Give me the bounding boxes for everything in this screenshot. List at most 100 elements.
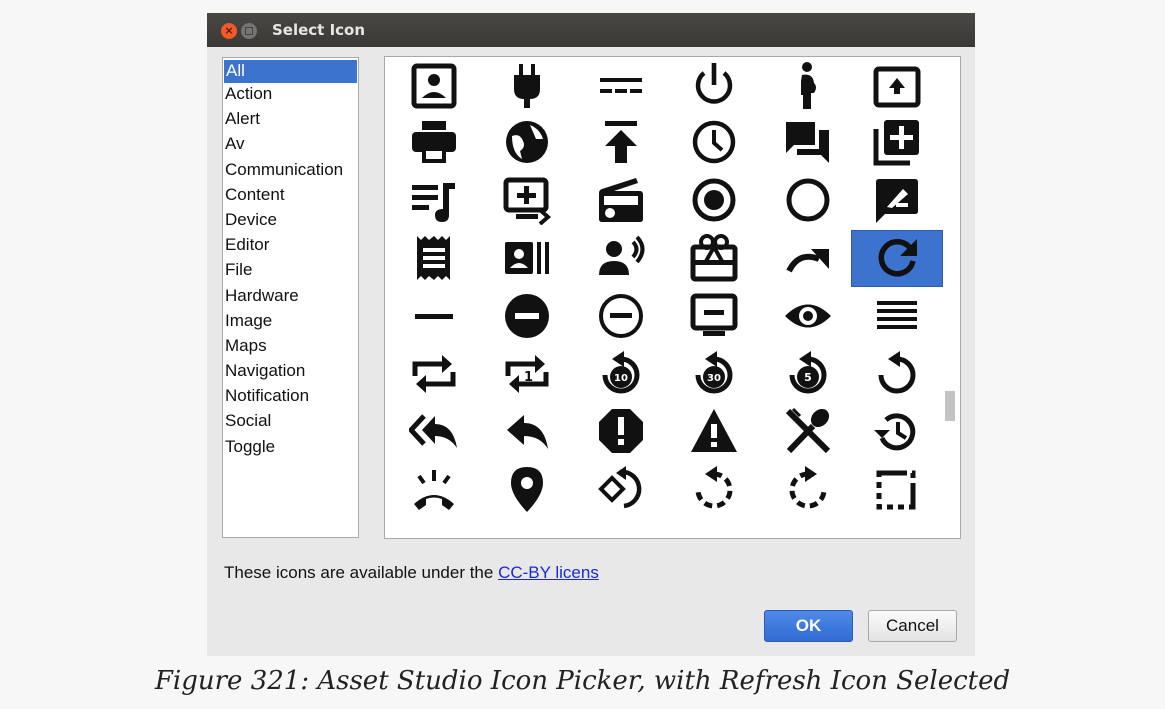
category-item-all[interactable]: All <box>224 60 357 83</box>
icon-cell-add-to-queue[interactable] <box>481 171 573 228</box>
reply-icon <box>507 414 548 449</box>
category-item-image[interactable]: Image <box>223 310 358 335</box>
category-item-action[interactable]: Action <box>223 83 358 108</box>
public-globe-icon <box>506 120 548 163</box>
icon-cell-publish-arrow[interactable] <box>575 113 667 170</box>
minimize-window-button[interactable] <box>241 23 257 39</box>
category-item-editor[interactable]: Editor <box>223 234 358 259</box>
icon-cell-radio[interactable] <box>575 171 667 228</box>
icon-cell-power[interactable] <box>668 57 760 114</box>
icon-cell-power-plug[interactable] <box>481 57 573 114</box>
icon-cell-report[interactable] <box>575 402 667 459</box>
icon-cell-queue-music[interactable] <box>388 171 480 228</box>
icon-cell-recent-actors[interactable] <box>481 229 573 286</box>
title-bar[interactable]: × Select Icon <box>207 13 975 47</box>
refresh-icon <box>878 238 917 277</box>
license-link[interactable]: CC-BY licens <box>498 563 599 582</box>
icon-cell-remove[interactable] <box>388 287 480 344</box>
upload-box-icon <box>873 66 921 107</box>
category-item-navigation[interactable]: Navigation <box>223 360 358 385</box>
category-item-notification[interactable]: Notification <box>223 385 358 410</box>
box-icon <box>689 523 739 540</box>
ok-button[interactable]: OK <box>764 610 853 642</box>
icon-cell-wifi[interactable] <box>388 519 480 538</box>
rate-review-icon <box>876 178 918 223</box>
window-title: Select Icon <box>272 21 366 39</box>
cancel-button[interactable]: Cancel <box>868 610 957 642</box>
icon-cell-account-box[interactable] <box>388 57 480 114</box>
category-item-toggle[interactable]: Toggle <box>223 436 358 461</box>
category-item-communication[interactable]: Communication <box>223 159 358 184</box>
category-item-social[interactable]: Social <box>223 410 358 435</box>
icon-cell-reorder[interactable] <box>851 287 943 344</box>
icon-cell-crop-rotate[interactable] <box>851 460 943 517</box>
category-item-av[interactable]: Av <box>223 133 358 158</box>
icon-cell-upload-box[interactable] <box>851 57 943 114</box>
icon-cell-remove-circle[interactable] <box>481 287 573 344</box>
icon-cell-radio-button-checked[interactable] <box>668 171 760 228</box>
scrollbar-thumb[interactable] <box>945 391 955 421</box>
category-item-content[interactable]: Content <box>223 184 358 209</box>
close-window-button[interactable]: × <box>221 23 237 39</box>
icon-cell-visibility[interactable] <box>762 287 854 344</box>
category-item-hardware[interactable]: Hardware <box>223 285 358 310</box>
icon-cell-replay-5[interactable]: 5 <box>762 345 854 402</box>
queue-music-icon <box>412 182 455 222</box>
radio-button-checked-icon <box>692 178 736 221</box>
icon-cell-remove-from-queue[interactable] <box>668 287 760 344</box>
clock-icon <box>692 120 736 163</box>
icon-cell-repeat-one[interactable]: 1 <box>481 345 573 402</box>
svg-text:5: 5 <box>804 371 812 384</box>
record-voice-icon <box>599 235 645 275</box>
icon-cell-redo[interactable] <box>762 229 854 286</box>
icon-cell-dashes[interactable] <box>575 57 667 114</box>
icon-cell-replay-30[interactable]: 30 <box>668 345 760 402</box>
icon-cell-redeem[interactable] <box>668 229 760 286</box>
category-item-file[interactable]: File <box>223 259 358 284</box>
icon-cell-swap[interactable] <box>575 519 667 538</box>
icon-cell-receipt[interactable] <box>388 229 480 286</box>
send-icon <box>872 523 922 540</box>
icon-cell-rotate-right[interactable] <box>762 460 854 517</box>
icon-cell-forum[interactable] <box>762 113 854 170</box>
category-item-alert[interactable]: Alert <box>223 108 358 133</box>
license-text: These icons are available under the <box>224 563 499 582</box>
icon-cell-send[interactable] <box>851 519 943 540</box>
select-icon-dialog: × Select Icon All Action Alert Av Communicat… <box>207 13 975 656</box>
icon-cell-reply[interactable] <box>481 402 573 459</box>
icon-cell-record-voice[interactable] <box>575 229 667 286</box>
icon-cell-refresh[interactable] <box>851 230 943 287</box>
queue-add-icon <box>873 119 919 165</box>
rotate-left-icon <box>695 465 733 508</box>
icon-cell-restore[interactable] <box>851 402 943 459</box>
icon-cell-rate-review[interactable] <box>851 171 943 228</box>
icon-cell-restaurant[interactable] <box>762 402 854 459</box>
icon-cell-room-pin[interactable] <box>481 460 573 517</box>
icon-cell-rotate-left[interactable] <box>668 460 760 517</box>
icon-cell-clock[interactable] <box>668 113 760 170</box>
category-list[interactable]: All Action Alert Av Communication Content Devi… <box>222 57 359 538</box>
category-item-device[interactable]: Device <box>223 209 358 234</box>
icon-cell-box[interactable] <box>668 519 760 540</box>
icon-cell-warning[interactable] <box>668 402 760 459</box>
power-plug-icon <box>514 63 540 108</box>
icon-cell-radio-button-unchecked[interactable] <box>762 171 854 228</box>
icon-cell-queue-add[interactable] <box>851 113 943 170</box>
figure-caption: Figure 321: Asset Studio Icon Picker, wi… <box>154 666 1011 696</box>
icon-cell-pregnant-woman[interactable] <box>762 57 854 114</box>
print-icon <box>412 120 456 163</box>
redeem-icon <box>690 233 738 281</box>
icon-cell-repeat[interactable] <box>388 345 480 402</box>
icon-cell-print[interactable] <box>388 113 480 170</box>
icon-cell-replay-10[interactable]: 10 <box>575 345 667 402</box>
icon-cell-save[interactable] <box>762 519 854 538</box>
license-note: These icons are available under the CC-B… <box>224 563 599 583</box>
icon-cell-reply-all[interactable] <box>388 402 480 459</box>
icon-cell-remove-circle-outline[interactable] <box>575 287 667 344</box>
icon-cell-rotate-90[interactable] <box>575 460 667 517</box>
icon-cell-ring-volume[interactable] <box>388 460 480 517</box>
category-item-maps[interactable]: Maps <box>223 335 358 360</box>
icon-cell-person[interactable] <box>481 519 573 538</box>
icon-cell-public-globe[interactable] <box>481 113 573 170</box>
icon-cell-replay[interactable] <box>851 345 943 402</box>
